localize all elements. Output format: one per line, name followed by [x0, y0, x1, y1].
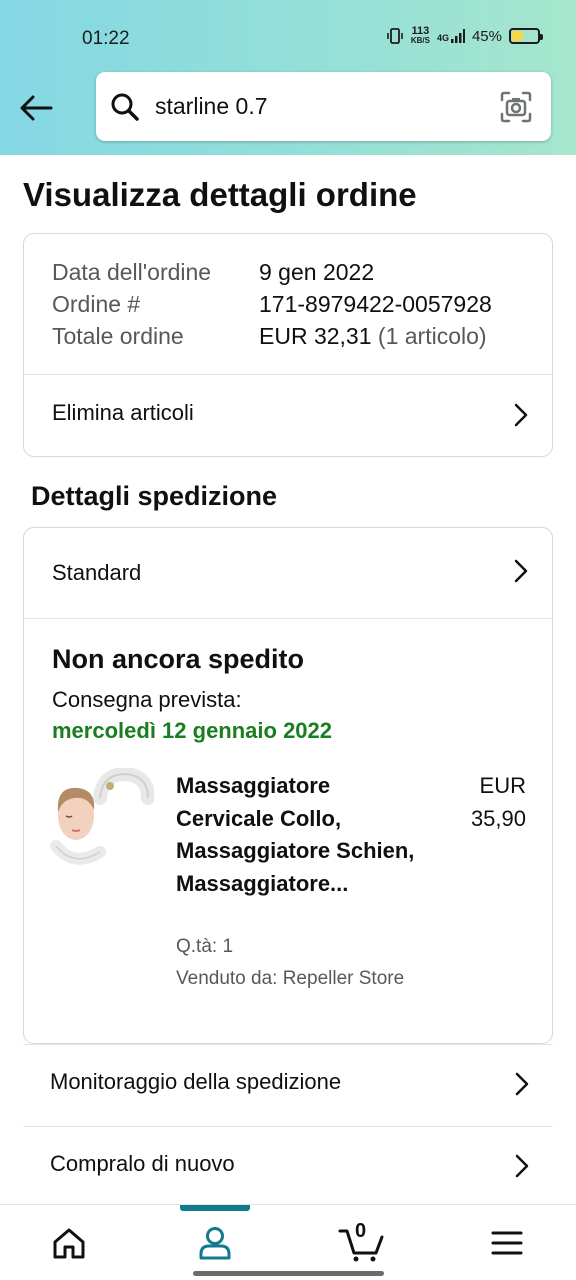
- camera-search-icon[interactable]: [499, 90, 533, 124]
- delivery-estimate-date: mercoledì 12 gennaio 2022: [52, 718, 333, 743]
- status-icons: 113 KB/S 4G 45%: [386, 26, 543, 46]
- chevron-right-icon: [515, 1072, 529, 1096]
- shipping-method-label: Standard: [52, 560, 142, 585]
- nav-menu[interactable]: [487, 1223, 527, 1263]
- speed-value: 113: [411, 25, 430, 37]
- vibrate-icon: [387, 28, 403, 44]
- system-gesture-bar[interactable]: [193, 1271, 384, 1276]
- active-tab-indicator: [180, 1205, 250, 1211]
- delete-items-label: Elimina articoli: [52, 400, 194, 425]
- product-title[interactable]: Massaggiatore Cervicale Collo, Massaggia…: [176, 770, 426, 900]
- order-number-label: Ordine #: [52, 291, 141, 317]
- shipping-method-link[interactable]: Standard: [24, 528, 552, 618]
- signal-bars-icon: [450, 29, 465, 43]
- battery-percent: 45%: [471, 27, 502, 45]
- product-price-currency: EUR: [479, 773, 526, 798]
- signal-icon: 4G: [437, 29, 465, 43]
- search-icon: [110, 91, 142, 123]
- nav-home[interactable]: [49, 1223, 89, 1263]
- product-image[interactable]: [50, 766, 155, 872]
- order-number-value: 171-8979422-0057928: [259, 291, 492, 317]
- hamburger-menu-icon: [491, 1231, 523, 1255]
- status-time: 01:22: [82, 28, 130, 49]
- shipment-status: Non ancora spedito: [52, 644, 305, 674]
- battery-icon: [509, 28, 543, 44]
- page-title: Visualizza dettagli ordine: [23, 176, 417, 213]
- chevron-right-icon: [514, 559, 528, 583]
- network-type: 4G: [436, 33, 449, 43]
- nav-account[interactable]: [195, 1223, 235, 1263]
- bottom-navigation: 0: [0, 1204, 576, 1280]
- back-button[interactable]: [16, 88, 56, 128]
- app-header: 01:22 113 KB/S 4G 45%: [0, 0, 576, 155]
- product-price: EUR 35,90: [471, 770, 526, 835]
- product-seller: Venduto da: Repeller Store: [176, 968, 405, 989]
- speed-unit: KB/S: [410, 36, 430, 45]
- search-bar[interactable]: [96, 72, 551, 141]
- network-speed: 113 KB/S: [411, 26, 430, 46]
- delete-items-link[interactable]: Elimina articoli: [24, 375, 552, 457]
- track-shipment-link[interactable]: Monitoraggio della spedizione: [23, 1044, 553, 1126]
- order-date-value: 9 gen 2022: [259, 259, 375, 285]
- cart-count: 0: [355, 1220, 367, 1242]
- home-icon: [53, 1228, 85, 1259]
- shipping-section-title: Dettagli spedizione: [31, 481, 278, 511]
- buy-again-label: Compralo di nuovo: [50, 1151, 235, 1176]
- search-input[interactable]: [155, 93, 475, 120]
- user-icon: [199, 1227, 231, 1260]
- arrow-left-icon: [20, 95, 53, 121]
- order-date-label: Data dell'ordine: [52, 259, 212, 285]
- order-total-amount: EUR 32,31: [259, 323, 372, 349]
- track-shipment-label: Monitoraggio della spedizione: [50, 1069, 342, 1094]
- product-price-value: 35,90: [470, 805, 526, 831]
- divider: [24, 618, 552, 619]
- chevron-right-icon: [514, 403, 528, 427]
- order-total-value: EUR 32,31 (1 articolo): [259, 323, 487, 350]
- product-quantity: Q.tà: 1: [176, 936, 234, 957]
- shipping-card: Standard Non ancora spedito Consegna pre…: [23, 527, 553, 1044]
- order-summary-card: Data dell'ordine 9 gen 2022 Ordine # 171…: [23, 233, 553, 457]
- chevron-right-icon: [515, 1154, 529, 1178]
- nav-cart[interactable]: 0: [338, 1220, 386, 1263]
- buy-again-link[interactable]: Compralo di nuovo: [23, 1126, 553, 1208]
- order-total-items: (1 articolo): [377, 323, 487, 349]
- order-total-label: Totale ordine: [52, 323, 184, 349]
- delivery-estimate-label: Consegna prevista:: [52, 687, 242, 712]
